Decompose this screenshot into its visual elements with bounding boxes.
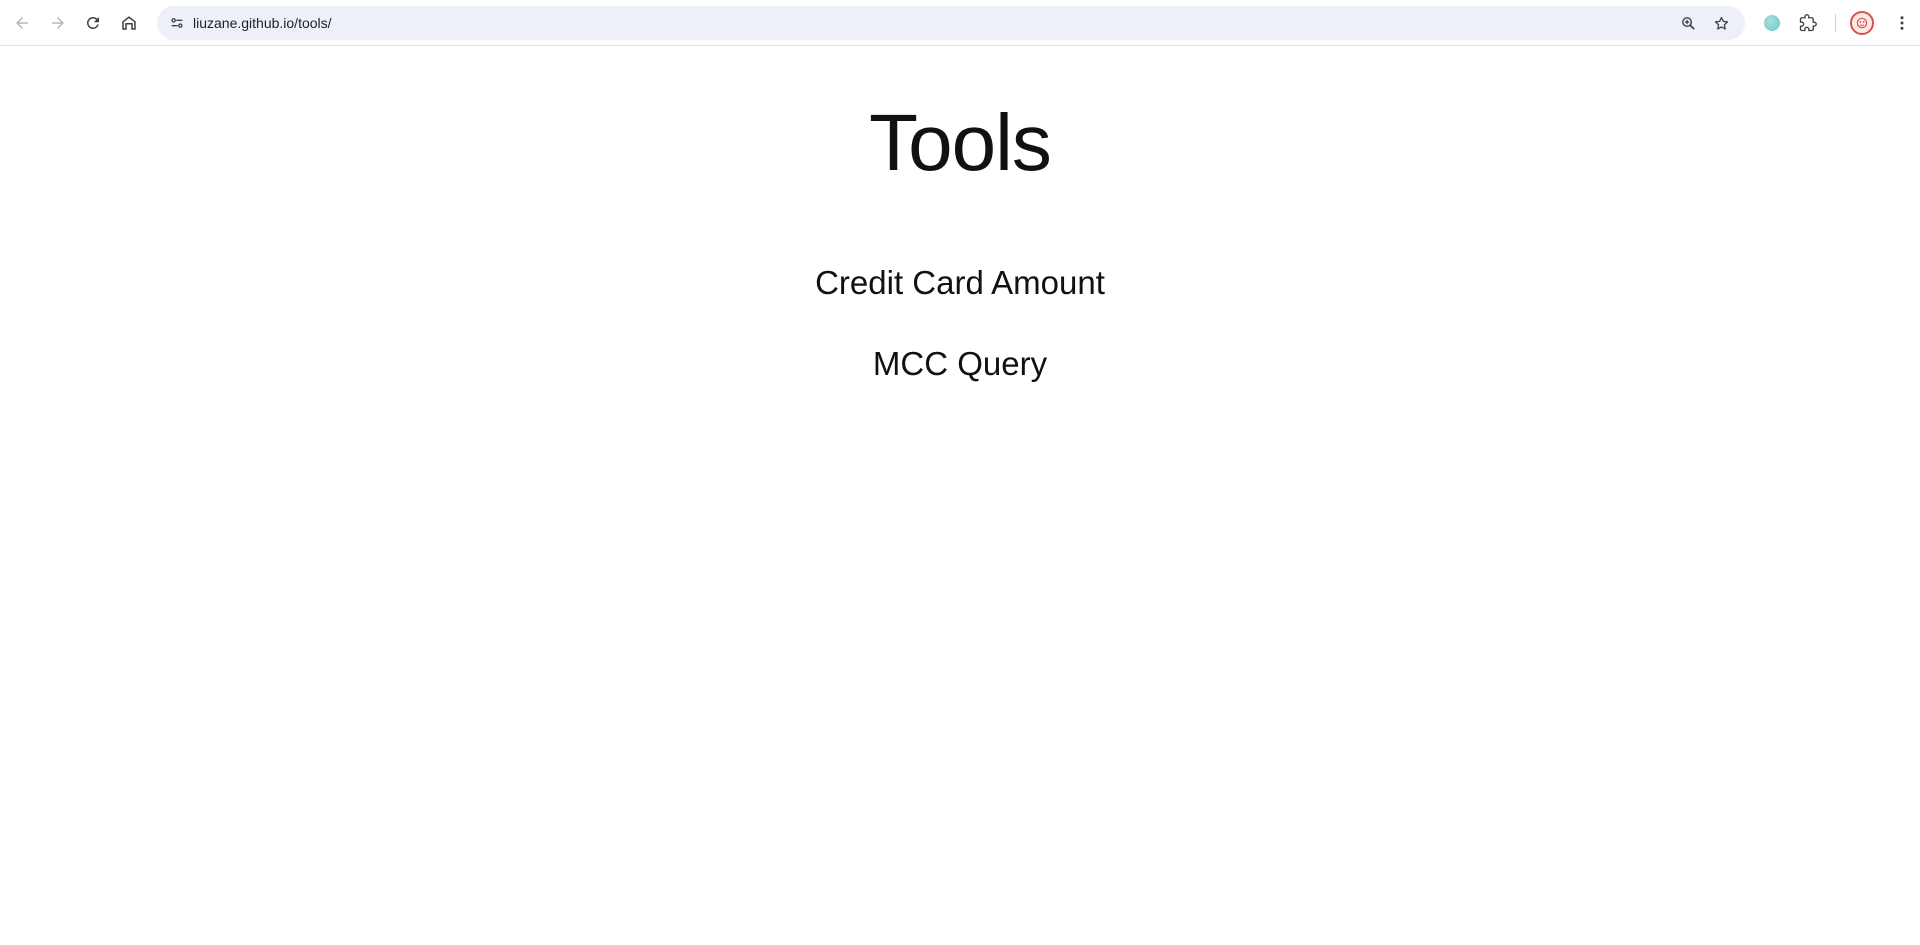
bookmark-button[interactable] (1709, 11, 1733, 35)
tool-link-credit-card-amount[interactable]: Credit Card Amount (0, 261, 1920, 305)
home-icon (122, 16, 136, 30)
home-button[interactable] (115, 9, 143, 37)
url-text[interactable]: liuzane.github.io/tools/ (193, 6, 332, 40)
tool-link-label[interactable]: MCC Query (873, 345, 1047, 382)
puzzle-icon (1799, 14, 1817, 32)
tune-icon (171, 18, 183, 28)
avatar-icon (1856, 17, 1868, 29)
extension-button[interactable] (1760, 11, 1784, 35)
address-bar[interactable]: liuzane.github.io/tools/ (157, 6, 1745, 40)
kebab-menu-icon (1900, 16, 1904, 30)
reload-icon (86, 16, 99, 29)
toolbar-separator (1835, 14, 1836, 32)
profile-button[interactable] (1850, 11, 1874, 35)
tool-link-mcc-query[interactable]: MCC Query (0, 342, 1920, 386)
browser-toolbar: liuzane.github.io/tools/ (0, 0, 1920, 46)
extensions-menu-button[interactable] (1796, 11, 1820, 35)
page-content: Tools Credit Card Amount MCC Query (0, 47, 1920, 945)
zoom-icon (1681, 16, 1695, 30)
extension-dot-icon (1764, 15, 1780, 31)
arrow-left-icon (16, 17, 28, 29)
star-icon (1714, 16, 1728, 30)
browser-menu-button[interactable] (1890, 11, 1914, 35)
back-button[interactable] (8, 9, 36, 37)
reload-button[interactable] (79, 9, 107, 37)
zoom-button[interactable] (1676, 11, 1700, 35)
arrow-right-icon (52, 17, 64, 29)
page-title: Tools (869, 98, 1052, 187)
forward-button[interactable] (44, 9, 72, 37)
site-info-button[interactable] (165, 11, 189, 35)
tool-link-label[interactable]: Credit Card Amount (815, 264, 1105, 301)
